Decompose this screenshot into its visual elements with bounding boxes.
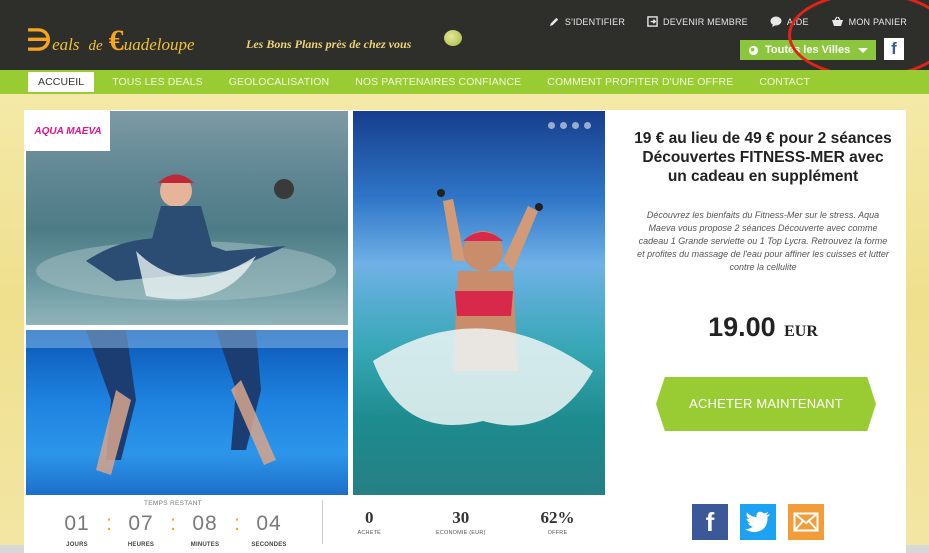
basket-icon	[831, 16, 843, 26]
city-selector-label: Toutes les Villes	[765, 44, 851, 56]
facebook-share-icon[interactable]: f	[692, 504, 728, 540]
logo-word-deals: eals	[52, 35, 80, 54]
timer-days-value: 01	[64, 512, 90, 535]
lime-icon	[444, 30, 462, 46]
timer-hours-label: HEURES	[127, 542, 155, 548]
signup-link[interactable]: DEVENIR MEMBRE	[647, 16, 748, 27]
stat-savings-value: 30	[452, 508, 470, 527]
timer-hours-value: 07	[128, 512, 154, 535]
carousel-dots[interactable]	[548, 122, 591, 129]
signup-icon	[647, 16, 658, 27]
site-logo[interactable]: ∋ eals de € uadeloupe	[26, 26, 195, 56]
photo-pool-underwater	[26, 330, 348, 495]
photo-woman-splash	[353, 111, 605, 495]
pencil-icon	[549, 17, 559, 27]
carousel-dot[interactable]	[572, 122, 579, 129]
stat-bought-value: 0	[364, 508, 374, 527]
twitter-share-icon[interactable]	[740, 504, 776, 540]
nav-item-contact[interactable]: CONTACT	[759, 76, 810, 88]
countdown-timer: 01 JOURS : 07 HEURES : 08 MINUTES : 04 S…	[26, 512, 320, 548]
stat-discount-label: OFFRE	[547, 530, 568, 536]
timer-minutes-value: 08	[192, 512, 218, 535]
help-label: AIDE	[786, 16, 809, 27]
share-buttons: f	[692, 504, 824, 540]
deal-title: 19 € au lieu de 49 € pour 2 séances Déco…	[634, 130, 892, 185]
logo-mark-d: ∋	[26, 24, 53, 57]
nav-item-tous-les-deals[interactable]: TOUS LES DEALS	[112, 76, 203, 88]
login-label: S'IDENTIFIER	[564, 16, 626, 27]
timer-days-label: JOURS	[66, 542, 88, 548]
carousel-dot[interactable]	[584, 122, 591, 129]
price-currency: EUR	[784, 323, 818, 340]
city-selector[interactable]: Toutes les Villes	[740, 40, 876, 60]
timer-separator: :	[234, 512, 240, 535]
cart-link[interactable]: MON PANIER	[831, 16, 907, 27]
divider	[322, 500, 323, 544]
help-bubble-icon	[770, 16, 782, 27]
partner-logo-text: AQUA MAEVA	[34, 125, 102, 137]
stat-savings: 30 ECONOMIE (EUR)	[436, 508, 486, 536]
logo-word-guadeloupe: uadeloupe	[123, 35, 195, 54]
logo-word-de: de	[88, 38, 103, 54]
stat-bought: 0 ACHETÉ	[357, 508, 381, 536]
facebook-icon[interactable]: f	[884, 38, 904, 60]
timer-label: TEMPS RESTANT	[144, 500, 202, 507]
chevron-down-icon	[858, 47, 868, 53]
timer-days: 01 JOURS	[50, 512, 104, 548]
logo-mark-euro: €	[108, 24, 124, 57]
price-amount: 19.00	[708, 312, 776, 342]
stat-discount: 62% OFFRE	[541, 508, 575, 536]
stat-savings-label: ECONOMIE (EUR)	[435, 530, 486, 536]
timer-separator: :	[106, 512, 112, 535]
nav-item-comment-profiter[interactable]: COMMENT PROFITER D'UNE OFFRE	[547, 76, 733, 88]
stat-bought-label: ACHETÉ	[357, 530, 381, 536]
site-header: ∋ eals de € uadeloupe Les Bons Plans prè…	[0, 0, 929, 70]
timer-seconds-value: 04	[256, 512, 282, 535]
carousel-dot[interactable]	[548, 122, 555, 129]
nav-item-accueil[interactable]: ACCUEIL	[28, 72, 95, 92]
timer-seconds-label: SECONDES	[251, 542, 287, 548]
email-share-icon[interactable]	[788, 504, 824, 540]
top-links: S'IDENTIFIER DEVENIR MEMBRE AIDE MON PAN…	[549, 16, 907, 27]
main-nav: ACCUEIL TOUS LES DEALS GEOLOCALISATION N…	[0, 70, 929, 94]
timer-hours: 07 HEURES	[114, 512, 168, 548]
timer-minutes: 08 MINUTES	[178, 512, 232, 548]
stat-discount-value: 62%	[540, 508, 575, 527]
cart-label: MON PANIER	[848, 16, 907, 27]
timer-minutes-label: MINUTES	[190, 542, 220, 548]
help-link[interactable]: AIDE	[770, 16, 809, 27]
timer-seconds: 04 SECONDES	[242, 512, 296, 548]
nav-item-geolocalisation[interactable]: GEOLOCALISATION	[229, 76, 330, 88]
deal-info-panel: 19 € au lieu de 49 € pour 2 séances Déco…	[620, 111, 906, 495]
signup-label: DEVENIR MEMBRE	[663, 16, 748, 27]
globe-icon	[748, 45, 759, 55]
deal-price: 19.00 EUR	[620, 312, 906, 343]
buy-now-button[interactable]: ACHETER MAINTENANT	[656, 377, 876, 431]
login-link[interactable]: S'IDENTIFIER	[549, 16, 625, 27]
partner-logo[interactable]: AQUA MAEVA	[26, 111, 110, 151]
carousel-dot[interactable]	[560, 122, 567, 129]
deal-description: Découvrez les bienfaits du Fitness-Mer s…	[637, 210, 889, 272]
site-tagline: Les Bons Plans près de chez vous	[246, 37, 412, 51]
deal-stats: 0 ACHETÉ 30 ECONOMIE (EUR) 62% OFFRE	[330, 508, 602, 536]
timer-separator: :	[170, 512, 176, 535]
nav-item-partenaires[interactable]: NOS PARTENAIRES CONFIANCE	[355, 76, 521, 88]
